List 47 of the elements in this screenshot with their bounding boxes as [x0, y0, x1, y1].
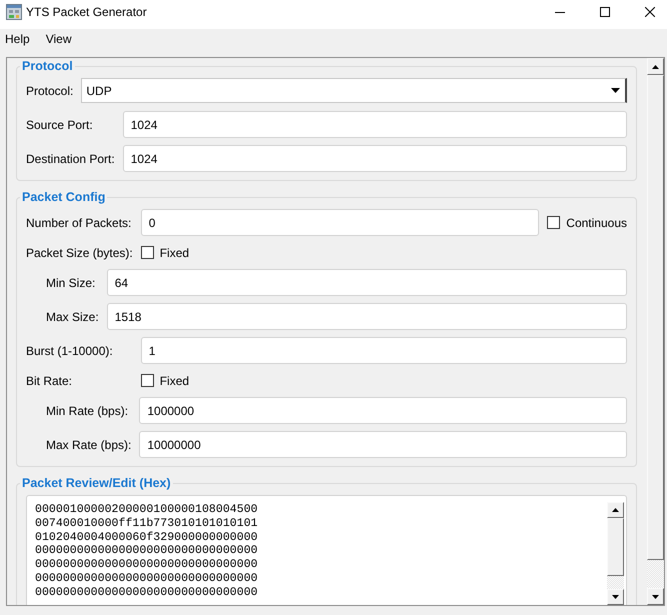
close-icon — [645, 7, 655, 17]
text-field[interactable]: 1 — [140, 337, 627, 364]
scroll-down-button[interactable] — [647, 588, 664, 605]
maximize-icon — [600, 7, 610, 17]
field-label: Destination Port: — [26, 150, 115, 168]
group-title: Packet Config — [21, 189, 106, 205]
hex-text: 00000100000200000100000108004500 007400010000ff11b773010101010101 0102040004000060f329000000000000 00000000000000000000000000000000 00000000000000000000000000000000 00000000000000000000000000000000 00000000000000000000000000000000 — [34, 502, 259, 601]
text-field[interactable]: 10000000 — [139, 431, 627, 458]
field-label: Max Size: — [46, 308, 99, 326]
field-label: Burst (1-10000): — [26, 342, 114, 360]
text-field[interactable]: 1518 — [106, 303, 627, 330]
scroll-up-button[interactable] — [607, 502, 624, 518]
field-label: Min Rate (bps): — [46, 402, 130, 420]
field-label: Max Rate (bps): — [46, 436, 132, 454]
scroll-up-button[interactable] — [647, 58, 664, 75]
dropdown-arrow-icon — [611, 88, 620, 93]
text-field[interactable]: 1024 — [122, 111, 627, 138]
menu-item[interactable]: View — [38, 29, 80, 50]
checkbox-label: Fixed — [160, 244, 190, 262]
menu-item[interactable]: Help — [0, 29, 38, 50]
field-label: Bit Rate: — [26, 372, 74, 390]
text-field[interactable]: 1000000 — [139, 397, 627, 424]
field-label: Packet Size (bytes): — [26, 244, 133, 262]
field-label: Number of Packets: — [26, 214, 132, 232]
down-arrow-icon — [612, 595, 619, 599]
field-label: Protocol: — [26, 82, 74, 100]
field-label: Source Port: — [26, 116, 94, 134]
checkbox[interactable] — [140, 374, 154, 387]
up-arrow-icon — [652, 64, 659, 68]
text-field[interactable]: 1024 — [122, 145, 627, 172]
up-arrow-icon — [612, 508, 619, 512]
scroll-down-button[interactable] — [607, 589, 624, 605]
hex-editor-field[interactable] — [26, 495, 627, 605]
text-field[interactable]: 64 — [106, 269, 627, 296]
checkbox-label: Fixed — [160, 372, 190, 390]
text-field[interactable]: 0 — [140, 209, 540, 236]
dropdown[interactable]: UDP — [81, 78, 627, 103]
app-icon — [6, 4, 22, 20]
checkbox-label: Continuous — [566, 214, 627, 232]
checkbox[interactable] — [140, 246, 154, 259]
down-arrow-icon — [652, 594, 659, 598]
field-label: Min Size: — [46, 274, 96, 292]
checkbox[interactable] — [547, 216, 560, 229]
group-title: Protocol — [21, 58, 74, 74]
window-title: YTS Packet Generator — [26, 4, 147, 21]
scrollbar-thumb[interactable] — [607, 518, 624, 576]
group-title: Packet Review/Edit (Hex) — [21, 475, 172, 491]
